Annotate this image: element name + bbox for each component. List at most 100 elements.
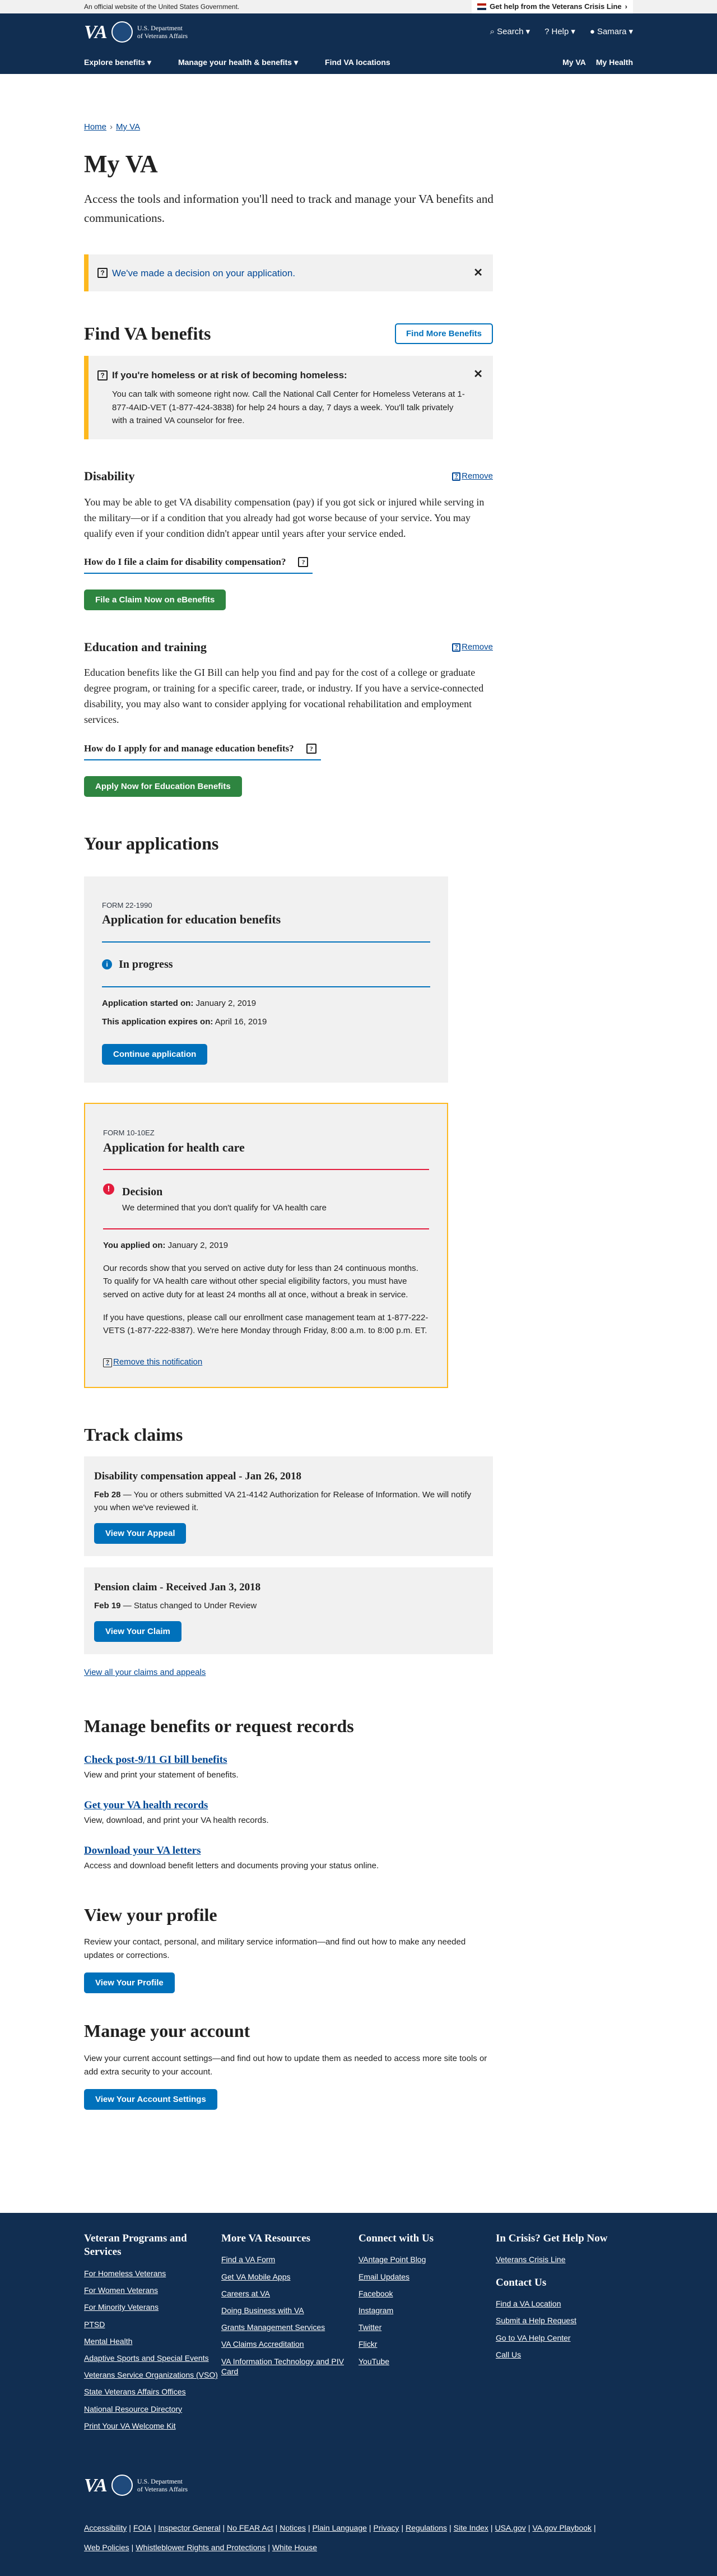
footer-bottom-link[interactable]: Site Index <box>454 2522 488 2534</box>
nav-find-locations[interactable]: Find VA locations <box>325 57 390 68</box>
va-letters-link[interactable]: Download your VA letters <box>84 1845 201 1856</box>
claim-date: Feb 28 <box>94 1489 121 1500</box>
application-title: Application for education benefits <box>102 912 281 927</box>
footer-link[interactable]: Careers at VA <box>221 2289 358 2299</box>
footer-bottom-links: Accessibility | FOIA | Inspector General | … <box>84 2522 633 2554</box>
footer-link[interactable]: VAntage Point Blog <box>358 2254 496 2264</box>
gi-bill-link[interactable]: Check post-9/11 GI bill benefits <box>84 1754 227 1766</box>
footer-link[interactable]: Adaptive Sports and Special Events <box>84 2353 221 2363</box>
application-title: Application for health care <box>103 1140 245 1154</box>
footer-link[interactable]: Print Your VA Welcome Kit <box>84 2421 221 2431</box>
user-menu-button[interactable]: ● Samara ▾ <box>590 26 633 39</box>
claim-date: Feb 19 <box>94 1600 121 1610</box>
footer-bottom-link[interactable]: Accessibility <box>84 2522 127 2534</box>
footer-link[interactable]: Veterans Service Organizations (VSO) <box>84 2370 221 2380</box>
footer-link[interactable]: Submit a Help Request <box>496 2315 633 2326</box>
education-benefit: Education and training ? Remove Education… <box>84 639 493 797</box>
faq-label: How do I file a claim for disability com… <box>84 556 286 568</box>
footer-link[interactable]: Find a VA Location <box>496 2299 633 2309</box>
breadcrumb-my-va[interactable]: My VA <box>116 121 140 134</box>
footer-bottom-link[interactable]: White House <box>272 2542 317 2554</box>
nav-my-health[interactable]: My Health <box>596 57 633 68</box>
divider <box>102 986 430 988</box>
disability-faq[interactable]: How do I file a claim for disability com… <box>84 555 313 574</box>
status-label: In progress <box>119 958 173 971</box>
footer-link[interactable]: National Resource Directory <box>84 2404 221 2414</box>
footer-link[interactable]: Twitter <box>358 2322 496 2332</box>
close-icon[interactable]: ✕ <box>473 264 483 281</box>
nav-my-va[interactable]: My VA <box>562 57 586 68</box>
footer-link[interactable]: For Minority Veterans <box>84 2302 221 2312</box>
view-claim-button[interactable]: View Your Claim <box>94 1621 181 1642</box>
education-faq[interactable]: How do I apply for and manage education … <box>84 741 321 760</box>
apply-education-button[interactable]: Apply Now for Education Benefits <box>84 776 242 797</box>
footer-bottom-link[interactable]: No FEAR Act <box>227 2522 273 2534</box>
help-menu-button[interactable]: ? Help ▾ <box>544 26 575 39</box>
remove-label: Remove this notification <box>113 1357 203 1367</box>
remove-education-link[interactable]: ? Remove <box>452 641 493 654</box>
nav-explore-benefits[interactable]: Explore benefits ▾ <box>84 57 151 68</box>
footer-link[interactable]: Get VA Mobile Apps <box>221 2272 358 2282</box>
track-claims-title: Track claims <box>84 1424 183 1445</box>
view-all-claims-link[interactable]: View all your claims and appeals <box>84 1667 633 1679</box>
view-profile-button[interactable]: View Your Profile <box>84 1972 175 1994</box>
footer-link[interactable]: Find a VA Form <box>221 2254 358 2264</box>
footer-link[interactable]: Mental Health <box>84 2336 221 2346</box>
utility-menu: ⌕ Search ▾ ? Help ▾ ● Samara ▾ <box>490 26 633 39</box>
footer-bottom-link[interactable]: Plain Language <box>313 2522 367 2534</box>
continue-application-button[interactable]: Continue application <box>102 1044 208 1065</box>
footer-bottom-link[interactable]: VA.gov Playbook <box>532 2522 592 2534</box>
crisis-line-button[interactable]: Get help from the Veterans Crisis Line › <box>472 0 633 13</box>
footer-heading: In Crisis? Get Help Now <box>496 2232 608 2244</box>
footer-link[interactable]: State Veterans Affairs Offices <box>84 2387 221 2397</box>
official-banner-text: An official website of the United States… <box>84 3 240 11</box>
decision-alert-link[interactable]: We've made a decision on your applicatio… <box>112 266 295 281</box>
nav-manage-health-benefits[interactable]: Manage your health & benefits ▾ <box>178 57 298 68</box>
footer-link[interactable]: Email Updates <box>358 2272 496 2282</box>
remove-disability-link[interactable]: ? Remove <box>452 470 493 483</box>
footer-link[interactable]: PTSD <box>84 2319 221 2329</box>
profile-title: View your profile <box>84 1904 217 1925</box>
footer-link[interactable]: Veterans Crisis Line <box>496 2254 633 2264</box>
footer-link[interactable]: Call Us <box>496 2350 633 2360</box>
breadcrumb-home[interactable]: Home <box>84 121 106 134</box>
close-icon[interactable]: ✕ <box>473 366 483 383</box>
separator: | <box>268 2542 270 2552</box>
footer-bottom-link[interactable]: FOIA <box>133 2522 152 2534</box>
footer-link[interactable]: Instagram <box>358 2305 496 2315</box>
footer-link[interactable]: YouTube <box>358 2356 496 2366</box>
search-menu-button[interactable]: ⌕ Search ▾ <box>490 26 530 39</box>
footer-link[interactable]: VA Claims Accreditation <box>221 2339 358 2349</box>
footer-bottom-link[interactable]: Regulations <box>406 2522 447 2534</box>
find-more-benefits-button[interactable]: Find More Benefits <box>394 323 493 345</box>
footer-link[interactable]: Flickr <box>358 2339 496 2349</box>
footer-link[interactable]: Grants Management Services <box>221 2322 358 2332</box>
footer-link[interactable]: VA Information Technology and PIV Card <box>221 2356 358 2377</box>
file-claim-button[interactable]: File a Claim Now on eBenefits <box>84 589 226 610</box>
disability-body: You may be able to get VA disability com… <box>84 496 485 539</box>
footer-link[interactable]: Facebook <box>358 2289 496 2299</box>
footer-bottom-link[interactable]: Whistleblower Rights and Protections <box>136 2542 266 2554</box>
logo-department: U.S. Department of Veterans Affairs <box>137 24 188 40</box>
separator: | <box>308 2523 310 2532</box>
view-account-settings-button[interactable]: View Your Account Settings <box>84 2088 217 2110</box>
footer-link[interactable]: Doing Business with VA <box>221 2305 358 2315</box>
footer-link[interactable]: Go to VA Help Center <box>496 2333 633 2343</box>
footer-bottom-link[interactable]: Web Policies <box>84 2542 129 2554</box>
health-records-link[interactable]: Get your VA health records <box>84 1799 208 1811</box>
logo-line1: U.S. Department <box>137 2477 183 2486</box>
flag-icon <box>477 3 487 10</box>
footer-bottom-link[interactable]: Privacy <box>374 2522 399 2534</box>
nav-label: Manage your health & benefits <box>178 57 292 67</box>
footer-bottom-link[interactable]: USA.gov <box>495 2522 526 2534</box>
divider <box>103 1228 429 1229</box>
footer-col-connect: Connect with Us VAntage Point Blog Email… <box>358 2232 496 2438</box>
footer-bottom-link[interactable]: Inspector General <box>158 2522 220 2534</box>
footer-link[interactable]: For Homeless Veterans <box>84 2268 221 2278</box>
remove-notification-link[interactable]: ? Remove this notification <box>103 1356 429 1369</box>
footer-link[interactable]: For Women Veterans <box>84 2285 221 2295</box>
va-logo[interactable]: VA U.S. Department of Veterans Affairs <box>84 18 188 47</box>
footer-bottom-link[interactable]: Notices <box>280 2522 306 2534</box>
footer-va-logo[interactable]: VA U.S. Department of Veterans Affairs <box>84 2471 633 2500</box>
view-appeal-button[interactable]: View Your Appeal <box>94 1523 187 1544</box>
